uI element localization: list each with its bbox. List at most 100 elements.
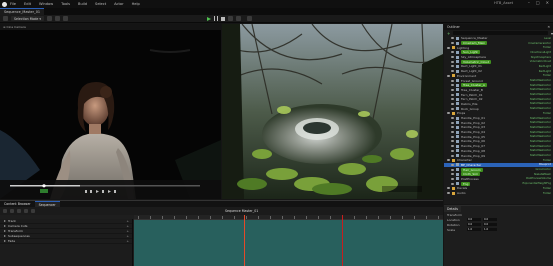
- tab-sequencer[interactable]: Sequencer: [34, 201, 60, 207]
- visibility-eye-icon[interactable]: [451, 88, 454, 91]
- actor-icon: [456, 60, 459, 64]
- visibility-eye-icon[interactable]: [451, 168, 454, 171]
- outliner-row-label: Fog: [461, 181, 471, 186]
- menu-select[interactable]: Select: [95, 2, 106, 6]
- visibility-eye-icon[interactable]: [451, 60, 454, 63]
- add-key-icon[interactable]: +: [126, 224, 129, 228]
- visibility-eye-icon[interactable]: [451, 154, 454, 157]
- visibility-eye-icon[interactable]: [451, 107, 454, 110]
- outliner-row-label: Handle_Prop_07: [461, 144, 486, 149]
- camera-icon[interactable]: [17, 209, 21, 213]
- expand-icon[interactable]: [4, 220, 6, 222]
- pause-icon[interactable]: [214, 16, 219, 21]
- visibility-eye-icon[interactable]: [451, 177, 454, 180]
- add-key-icon[interactable]: +: [126, 234, 129, 238]
- save-icon[interactable]: [3, 209, 7, 213]
- add-key-icon[interactable]: +: [126, 239, 129, 243]
- render-icon[interactable]: [24, 209, 28, 213]
- hamburger-icon[interactable]: ≡: [3, 25, 6, 29]
- visibility-eye-icon[interactable]: [451, 163, 454, 166]
- save-icon[interactable]: [3, 16, 8, 21]
- content-icon[interactable]: [47, 16, 53, 21]
- maximize-icon[interactable]: □: [536, 0, 540, 5]
- details-tab[interactable]: Details: [444, 206, 462, 212]
- platforms-icon[interactable]: [236, 16, 242, 21]
- menu-edit[interactable]: Edit: [24, 2, 31, 6]
- visibility-eye-icon[interactable]: [451, 135, 454, 138]
- location-y-field[interactable]: 0.0: [483, 217, 497, 222]
- visibility-eye-icon[interactable]: [451, 65, 454, 68]
- track-row[interactable]: Fade +: [0, 239, 132, 244]
- cine-camera-viewport[interactable]: ≡ Cine Camera: [0, 24, 221, 199]
- outliner-title: Outliner: [447, 25, 460, 29]
- rotation-y-field[interactable]: 0.0: [483, 222, 497, 227]
- menu-build[interactable]: Build: [78, 2, 87, 6]
- visibility-eye-icon[interactable]: [451, 149, 454, 152]
- expand-icon[interactable]: [4, 240, 6, 242]
- tab-level[interactable]: Sequence_Master_01: [0, 8, 45, 15]
- visibility-eye-icon[interactable]: [451, 140, 454, 143]
- visibility-eye-icon[interactable]: [447, 112, 450, 115]
- play-icon[interactable]: [207, 16, 212, 21]
- visibility-eye-icon[interactable]: [451, 56, 454, 59]
- timeline-area[interactable]: [134, 215, 443, 266]
- stop-icon[interactable]: [221, 16, 226, 21]
- visibility-eye-icon[interactable]: [451, 93, 454, 96]
- visibility-eye-icon[interactable]: [447, 187, 450, 190]
- end-marker[interactable]: [342, 215, 343, 266]
- visibility-eye-icon[interactable]: [451, 37, 454, 40]
- visibility-eye-icon[interactable]: [451, 182, 454, 185]
- playhead[interactable]: [244, 215, 245, 266]
- visibility-eye-icon[interactable]: [451, 145, 454, 148]
- visibility-eye-icon[interactable]: [447, 159, 450, 162]
- scale-x-field[interactable]: 1.0: [467, 227, 481, 232]
- visibility-eye-icon[interactable]: [451, 117, 454, 120]
- visibility-eye-icon[interactable]: [451, 84, 454, 87]
- expand-icon[interactable]: [4, 235, 6, 237]
- search-icon[interactable]: [10, 209, 14, 213]
- expand-icon[interactable]: [4, 225, 6, 227]
- settings-icon[interactable]: [31, 209, 35, 213]
- visibility-eye-icon[interactable]: [451, 79, 454, 82]
- visibility-eye-icon[interactable]: [451, 121, 454, 124]
- visibility-eye-icon[interactable]: [451, 126, 454, 129]
- level-viewport[interactable]: [222, 24, 443, 199]
- visibility-eye-icon[interactable]: [451, 70, 454, 73]
- outliner-search-input[interactable]: [453, 31, 548, 35]
- menu-file[interactable]: File: [10, 2, 16, 6]
- scale-y-field[interactable]: 1.0: [483, 227, 497, 232]
- expand-icon[interactable]: [4, 230, 6, 232]
- rotation-x-field[interactable]: 0.0: [467, 222, 481, 227]
- close-icon[interactable]: ✕: [546, 0, 549, 5]
- add-key-icon[interactable]: +: [126, 229, 129, 233]
- menu-window[interactable]: Window: [39, 2, 53, 6]
- outliner-row[interactable]: Audio Folder: [444, 191, 553, 196]
- visibility-eye-icon[interactable]: [451, 131, 454, 134]
- minimize-icon[interactable]: –: [528, 0, 530, 5]
- close-icon[interactable]: ✕: [547, 25, 550, 29]
- visibility-eye-icon[interactable]: [447, 46, 450, 49]
- visibility-eye-icon[interactable]: [447, 74, 450, 77]
- settings-icon[interactable]: [247, 16, 253, 21]
- menu-help[interactable]: Help: [132, 2, 140, 6]
- blueprint-icon[interactable]: [55, 16, 61, 21]
- visibility-eye-icon[interactable]: [451, 102, 454, 105]
- rotation-label: Rotation: [447, 222, 460, 227]
- visibility-eye-icon[interactable]: [451, 51, 454, 54]
- location-x-field[interactable]: 0.0: [467, 217, 481, 222]
- eject-icon[interactable]: [228, 16, 234, 21]
- visibility-eye-icon[interactable]: [451, 173, 454, 176]
- visibility-eye-icon[interactable]: [451, 98, 454, 101]
- menu-actor[interactable]: Actor: [114, 2, 123, 6]
- outliner-row-type: PostProcessVolume: [526, 177, 551, 181]
- add-key-icon[interactable]: +: [126, 219, 129, 223]
- visibility-eye-icon[interactable]: [447, 192, 450, 195]
- cinematics-icon[interactable]: [63, 16, 69, 21]
- menu-tools[interactable]: Tools: [61, 2, 70, 6]
- mode-dropdown[interactable]: Selection Mode ▾: [11, 16, 45, 21]
- shot-section[interactable]: [134, 220, 443, 266]
- tab-content-browser[interactable]: Content Browser: [0, 201, 35, 207]
- visibility-eye-icon[interactable]: [451, 42, 454, 45]
- unreal-logo-icon[interactable]: [2, 1, 7, 7]
- add-icon[interactable]: +: [447, 31, 450, 36]
